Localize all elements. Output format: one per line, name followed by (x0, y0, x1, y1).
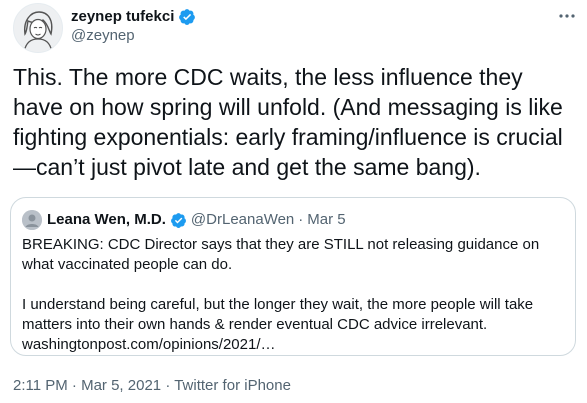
quoted-separator: · (298, 211, 304, 228)
more-options-button[interactable] (553, 4, 581, 28)
quoted-verified-badge-icon (170, 212, 186, 228)
tweet-source[interactable]: Twitter for iPhone (174, 377, 291, 394)
quoted-tweet-card[interactable]: Leana Wen, M.D. @DrLeanaWen · Mar 5 BREA… (10, 197, 576, 356)
tweet-metadata: 2:11 PM · Mar 5, 2021 · Twitter for iPho… (13, 376, 291, 396)
tweet-text: This. The more CDC waits, the less influ… (13, 64, 563, 180)
quoted-paragraph-2: I understand being careful, but the long… (22, 296, 534, 333)
quoted-header: Leana Wen, M.D. @DrLeanaWen · Mar 5 (47, 210, 346, 230)
quoted-paragraph-1: BREAKING: CDC Director says that they ar… (22, 236, 540, 273)
meta-separator-1: · (71, 377, 77, 394)
tweet-time[interactable]: 2:11 PM (13, 377, 68, 394)
quoted-author-handle[interactable]: @DrLeanaWen (191, 210, 294, 230)
quoted-text: BREAKING: CDC Director says that they ar… (22, 235, 567, 355)
quoted-avatar-icon (22, 210, 42, 230)
meta-separator-2: · (165, 377, 171, 394)
more-icon (559, 14, 575, 18)
author-name[interactable]: zeynep tufekci (71, 7, 196, 27)
avatar-icon (14, 4, 62, 52)
quoted-date[interactable]: Mar 5 (307, 210, 345, 230)
tweet: zeynep tufekci @zeynep This. The more CD… (0, 0, 587, 403)
quoted-author-name[interactable]: Leana Wen, M.D. (47, 210, 166, 230)
quoted-avatar[interactable] (22, 210, 42, 230)
author-name-text: zeynep tufekci (71, 8, 175, 25)
avatar[interactable] (13, 3, 63, 53)
quoted-paragraph-gap (22, 275, 567, 295)
tweet-date[interactable]: Mar 5, 2021 (81, 377, 161, 394)
quoted-link[interactable]: washingtonpost.com/opinions/2021/… (22, 335, 567, 355)
author-handle[interactable]: @zeynep (71, 26, 135, 46)
verified-badge-icon (179, 9, 196, 25)
